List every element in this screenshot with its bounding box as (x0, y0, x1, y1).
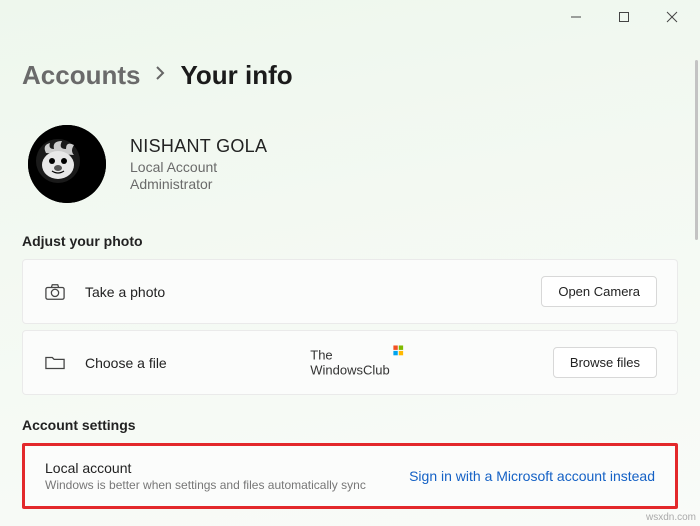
highlight-annotation: Local account Windows is better when set… (22, 443, 678, 509)
watermark: TheWindowsClub (310, 347, 389, 378)
take-photo-card: Take a photo Open Camera (22, 259, 678, 324)
local-account-title: Local account (45, 460, 366, 476)
sign-in-microsoft-link[interactable]: Sign in with a Microsoft account instead (409, 468, 655, 484)
maximize-button[interactable] (602, 2, 646, 32)
choose-file-card: Choose a file Browse files TheWindowsClu… (22, 330, 678, 395)
local-account-card: Local account Windows is better when set… (25, 446, 675, 506)
breadcrumb: Accounts Your info (22, 60, 678, 91)
breadcrumb-parent[interactable]: Accounts (22, 60, 140, 91)
profile-name: NISHANT GOLA (130, 136, 267, 157)
section-header-photo: Adjust your photo (22, 233, 678, 249)
profile-block: NISHANT GOLA Local Account Administrator (28, 125, 678, 203)
scrollbar[interactable] (695, 60, 698, 240)
camera-icon (43, 283, 67, 301)
local-account-desc: Windows is better when settings and file… (45, 478, 366, 492)
browse-files-button[interactable]: Browse files (553, 347, 657, 378)
chevron-right-icon (154, 65, 166, 86)
profile-account-type: Local Account (130, 159, 267, 175)
profile-role: Administrator (130, 176, 267, 192)
section-header-account: Account settings (22, 417, 678, 433)
folder-icon (43, 354, 67, 372)
credit-text: wsxdn.com (646, 512, 696, 523)
avatar (28, 125, 106, 203)
close-button[interactable] (650, 2, 694, 32)
page-title: Your info (180, 60, 292, 91)
minimize-button[interactable] (554, 2, 598, 32)
take-photo-label: Take a photo (85, 284, 541, 300)
windows-logo-icon (394, 345, 404, 355)
window-titlebar (0, 0, 700, 34)
open-camera-button[interactable]: Open Camera (541, 276, 657, 307)
